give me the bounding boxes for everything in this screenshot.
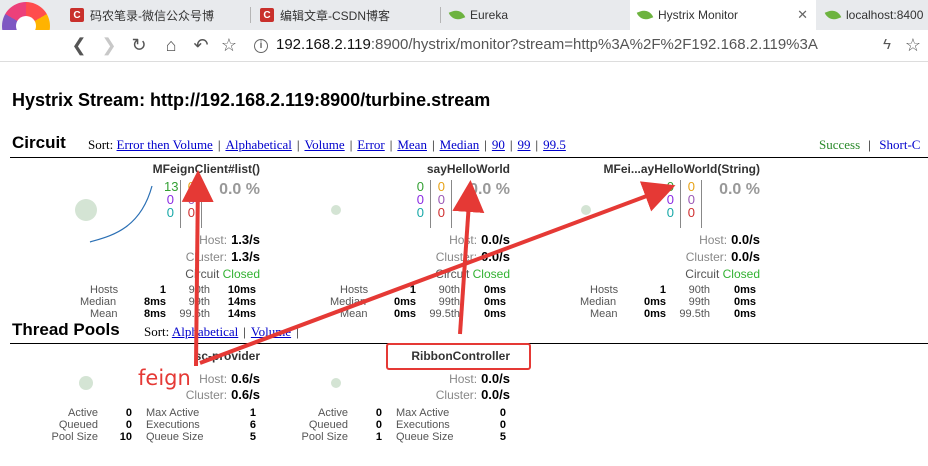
annotation-arrows — [89, 170, 676, 367]
arrow-feign-to-string — [199, 181, 676, 365]
arrow-feign-to-list — [181, 170, 214, 367]
sparkline — [89, 185, 153, 243]
